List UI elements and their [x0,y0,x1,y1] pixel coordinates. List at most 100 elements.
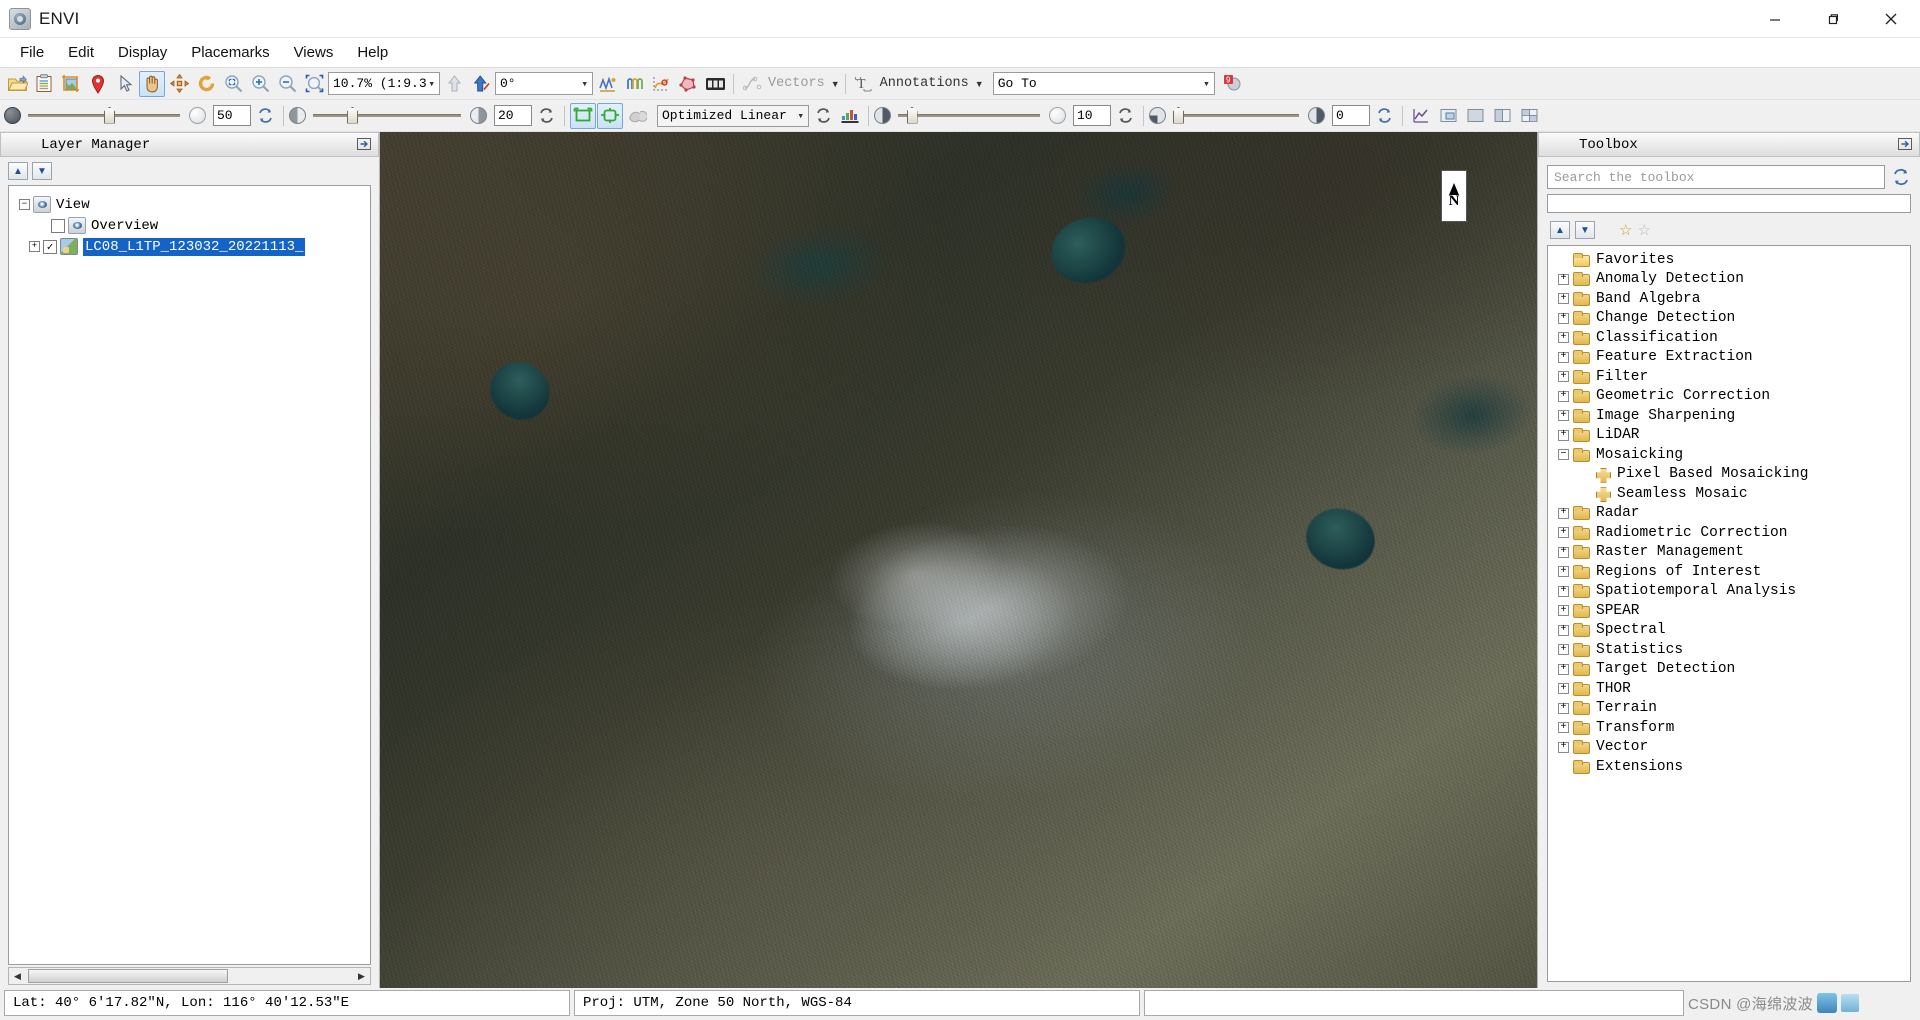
transparency-slider[interactable] [1173,106,1299,126]
expander-icon[interactable]: + [29,241,40,252]
menu-edit[interactable]: Edit [56,41,106,64]
layer-tree-node-view[interactable]: − View [13,194,366,215]
placemark-pin-icon[interactable] [85,71,111,97]
toolbox-folder-item[interactable]: − Mosaicking [1554,445,1908,465]
toolbox-folder-item[interactable]: + Filter [1554,367,1908,387]
horizontal-profile-icon[interactable] [594,71,620,97]
menu-placemarks[interactable]: Placemarks [179,41,281,64]
expander-icon[interactable]: + [1558,546,1569,558]
goto-input[interactable]: Go To ▾ [992,72,1215,95]
zoom-level-combo[interactable]: 10.7% (1:9.3 ▾ [328,72,440,95]
expander-icon[interactable]: + [1558,566,1569,578]
toolbox-folder-item[interactable]: + Spectral [1554,621,1908,641]
expander-icon[interactable]: + [1558,273,1569,285]
toolbox-folder-item[interactable]: + Anomaly Detection [1554,270,1908,290]
zoom-to-selection-icon[interactable] [301,71,327,97]
toolbox-folder-item[interactable]: + Target Detection [1554,660,1908,680]
toolbox-folder-item[interactable]: + SPEAR [1554,601,1908,621]
close-button[interactable] [1862,0,1920,37]
rotate-north-icon[interactable] [468,71,494,97]
menu-file[interactable]: File [8,41,56,64]
layer-tree[interactable]: − View Overview + ✓ LC08_L1TP_123032_202… [8,185,371,965]
view-extent-icon[interactable] [570,102,596,129]
select-arrow-icon[interactable] [112,71,138,97]
contrast-value-input[interactable]: 20 [494,105,532,126]
expander-icon[interactable]: + [1558,507,1569,519]
toolbox-folder-item[interactable]: + Raster Management [1554,543,1908,563]
expander-icon[interactable]: + [1558,527,1569,539]
brightness-slider[interactable] [28,106,180,126]
layer-visibility-checkbox[interactable] [51,218,65,233]
tile-fill-icon[interactable] [1462,103,1488,129]
expander-icon[interactable]: + [1558,351,1569,363]
goto-search-icon[interactable]: 9 [1220,71,1246,97]
spectral-profile-icon[interactable] [648,71,674,97]
toolbox-folder-item[interactable]: + Image Sharpening [1554,406,1908,426]
tile-grid-icon[interactable] [1516,103,1542,129]
toolbox-tool-item[interactable]: Pixel Based Mosaicking [1554,465,1908,485]
image-view[interactable]: N [380,132,1538,988]
toolbox-folder-item[interactable]: + Spatiotemporal Analysis [1554,582,1908,602]
unpin-icon[interactable] [356,136,373,153]
expander-icon[interactable]: + [1558,332,1569,344]
scrollbar-thumb[interactable] [28,969,228,983]
contrast-slider[interactable] [313,106,461,126]
portal-icon[interactable] [1435,103,1461,129]
refresh-icon[interactable] [1891,167,1911,187]
toolbox-folder-item[interactable]: + Band Algebra [1554,289,1908,309]
brightness-reset-icon[interactable] [252,103,278,129]
toolbox-folder-item[interactable]: + THOR [1554,679,1908,699]
zoom-in-icon[interactable] [247,71,273,97]
expander-icon[interactable]: + [1558,605,1569,617]
vectors-dropdown-icon[interactable]: ▼ [831,79,840,89]
expander-icon[interactable]: + [1558,663,1569,675]
rotation-combo[interactable]: 0° ▾ [495,72,593,95]
menu-display[interactable]: Display [106,41,179,64]
toolbox-move-down-button[interactable]: ▼ [1575,221,1595,239]
star-filled-icon[interactable]: ☆ [1619,223,1632,238]
sharpen-value-input[interactable]: 10 [1073,105,1111,126]
menu-help[interactable]: Help [345,41,400,64]
toolbox-folder-item[interactable]: + Vector [1554,738,1908,758]
menu-views[interactable]: Views [282,41,346,64]
annotations-dropdown-icon[interactable]: ▼ [975,79,984,89]
view-fit-icon[interactable] [597,102,623,129]
toolbox-folder-item[interactable]: + Transform [1554,718,1908,738]
expander-icon[interactable]: + [1558,410,1569,422]
slider-thumb[interactable] [1173,106,1184,124]
histogram-icon[interactable] [837,103,863,129]
expander-icon[interactable]: + [1558,312,1569,324]
cursor-value-icon[interactable] [702,71,728,97]
toolbox-move-up-button[interactable]: ▲ [1550,221,1570,239]
roi-tool-icon[interactable] [675,71,701,97]
zoom-out-icon[interactable] [274,71,300,97]
toolbox-tool-item[interactable]: Seamless Mosaic [1554,484,1908,504]
toolbox-folder-item[interactable]: Favorites [1554,250,1908,270]
toolbox-folder-item[interactable]: + Feature Extraction [1554,348,1908,368]
toolbox-folder-item[interactable]: Extensions [1554,757,1908,777]
clipboard-icon[interactable] [31,71,57,97]
move-layer-up-button[interactable]: ▲ [8,162,28,180]
minimize-button[interactable] [1746,0,1804,37]
expander-icon[interactable]: + [1558,429,1569,441]
expander-icon[interactable]: + [1558,702,1569,714]
toolbox-filter-bar[interactable] [1547,194,1911,213]
scroll-right-icon[interactable]: ▶ [353,968,370,984]
star-empty-icon[interactable]: ☆ [1637,223,1650,238]
slider-thumb[interactable] [906,106,918,124]
expander-icon[interactable]: + [1558,741,1569,753]
expander-icon[interactable]: − [19,199,30,210]
search-input[interactable]: Search the toolbox [1547,165,1885,189]
toolbox-tree[interactable]: Favorites + Anomaly Detection + Band Algebra… [1547,245,1911,982]
slider-thumb[interactable] [104,106,115,124]
toolbox-folder-item[interactable]: + LiDAR [1554,426,1908,446]
expander-icon[interactable]: − [1558,449,1569,461]
expander-icon[interactable]: + [1558,722,1569,734]
move-layer-down-button[interactable]: ▼ [32,162,52,180]
sharpen-reset-icon[interactable] [1112,103,1138,129]
tile-split-icon[interactable] [1489,103,1515,129]
annotations-label[interactable]: Annotations [878,76,971,91]
maximize-button[interactable] [1804,0,1862,37]
north-up-icon[interactable] [441,71,467,97]
stretch-type-combo[interactable]: Optimized Linear ▾ [657,104,809,127]
